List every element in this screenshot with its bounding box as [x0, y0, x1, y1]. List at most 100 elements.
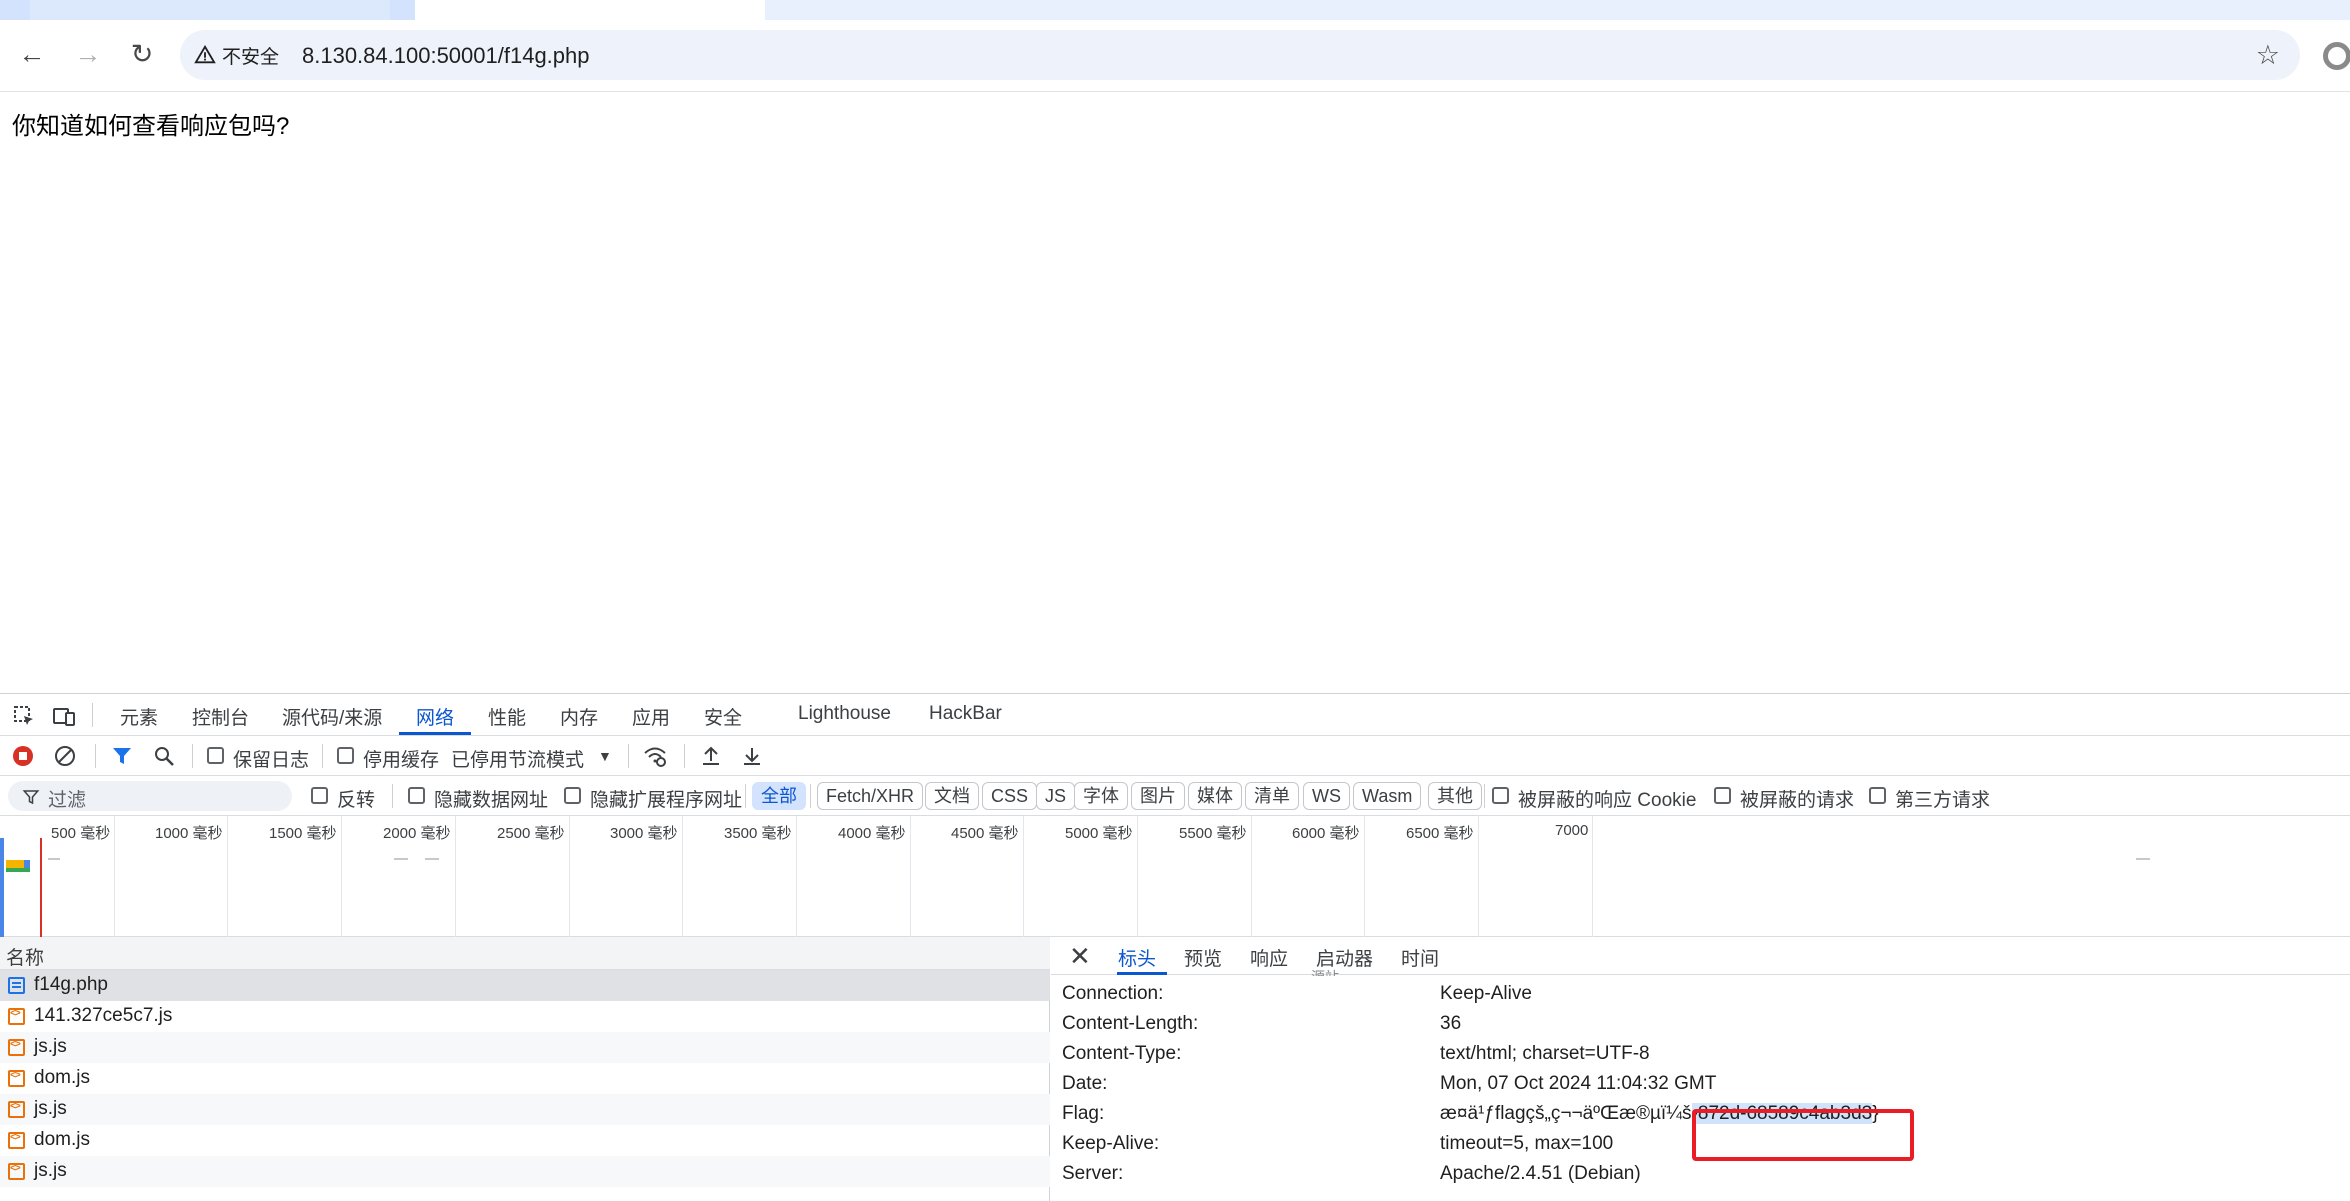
browser-tab[interactable] [765, 0, 2350, 20]
hide-extension-urls-label: 隐藏扩展程序网址 [590, 790, 743, 811]
detail-tab-preview[interactable]: 预览 [1184, 944, 1222, 971]
filter-type-font[interactable]: 字体 [1074, 782, 1128, 810]
network-toolbar: 保留日志 停用缓存 已停用节流模式 ▼ [0, 736, 2350, 776]
security-indicator[interactable]: 不安全 [194, 39, 279, 71]
blocked-cookies-checkbox[interactable] [1492, 787, 1509, 804]
waterfall-bar [6, 868, 30, 872]
chevron-down-icon[interactable]: ▼ [598, 748, 612, 764]
address-bar[interactable]: 不安全 8.130.84.100:50001/f14g.php ☆ [180, 30, 2300, 80]
filter-type-manifest[interactable]: 清单 [1245, 782, 1299, 810]
filter-type-media[interactable]: 媒体 [1188, 782, 1242, 810]
active-tab-indicator [399, 732, 471, 735]
search-icon[interactable] [152, 744, 176, 768]
request-row[interactable]: dom.js [0, 1125, 1050, 1156]
request-row[interactable]: dom.js [0, 1063, 1050, 1094]
close-icon[interactable]: ✕ [1069, 941, 1091, 972]
devtools-tab-security[interactable]: 安全 [704, 703, 742, 730]
filter-type-js[interactable]: JS [1036, 782, 1076, 810]
clear-icon[interactable] [53, 744, 77, 768]
disable-cache-checkbox[interactable] [337, 747, 354, 764]
waterfall-bar [24, 860, 30, 868]
waterfall-bar [425, 858, 439, 860]
page-body-text: 你知道如何查看响应包吗? [12, 113, 290, 140]
browser-tabstrip [0, 0, 2350, 20]
request-name: js.js [34, 1036, 67, 1057]
request-name: js.js [34, 1160, 67, 1181]
request-name: dom.js [34, 1067, 90, 1088]
network-overview-timeline[interactable]: 500 毫秒 1000 毫秒 1500 毫秒 2000 毫秒 2500 毫秒 3000 毫… [0, 816, 2350, 937]
devtools-tab-lighthouse[interactable]: Lighthouse [798, 703, 891, 725]
request-row[interactable]: 141.327ce5c7.js [0, 1001, 1050, 1032]
timeline-tick-label: 3000 毫秒 [610, 825, 678, 842]
request-row[interactable]: f14g.php [0, 970, 1050, 1001]
record-stop-icon[interactable] [11, 744, 35, 768]
response-header-row: Date: Mon, 07 Oct 2024 11:04:32 GMT [1051, 1070, 2350, 1100]
device-toolbar-icon[interactable] [52, 704, 76, 728]
filter-type-fetch-xhr[interactable]: Fetch/XHR [817, 782, 924, 810]
filter-type-other[interactable]: 其他 [1428, 782, 1482, 810]
devtools-tab-elements[interactable]: 元素 [120, 703, 158, 730]
profile-icon[interactable] [2323, 42, 2350, 70]
request-row[interactable]: js.js [0, 1032, 1050, 1063]
header-value: 36 [1440, 1013, 1462, 1034]
bookmark-star-icon[interactable]: ☆ [2256, 40, 2280, 71]
forward-arrow-icon[interactable]: → [70, 36, 106, 72]
filter-type-ws[interactable]: WS [1303, 782, 1350, 810]
devtools-tab-performance[interactable]: 性能 [488, 703, 526, 730]
warning-icon [194, 44, 216, 64]
detail-tab-response[interactable]: 响应 [1250, 944, 1288, 971]
filter-type-doc[interactable]: 文档 [925, 782, 979, 810]
response-header-row: Content-Type: text/html; charset=UTF-8 [1051, 1040, 2350, 1070]
timeline-gridline [1251, 816, 1252, 937]
devtools-tab-application[interactable]: 应用 [632, 703, 670, 730]
browser-tab-active[interactable] [415, 0, 765, 20]
timeline-gridline [227, 816, 228, 937]
devtools-tab-sources[interactable]: 源代码/来源 [282, 703, 382, 730]
divider [392, 784, 393, 808]
timeline-gridline [1137, 816, 1138, 937]
back-arrow-icon[interactable]: ← [14, 36, 50, 72]
filter-type-css[interactable]: CSS [982, 782, 1038, 810]
blocked-requests-checkbox[interactable] [1714, 787, 1731, 804]
reload-icon[interactable]: ↻ [124, 36, 160, 72]
devtools-tab-hackbar[interactable]: HackBar [929, 703, 1002, 725]
divider [192, 744, 193, 768]
devtools-tab-network[interactable]: 网络 [416, 703, 454, 730]
detail-tab-timing[interactable]: 时间 [1401, 944, 1439, 971]
export-har-icon[interactable] [740, 744, 764, 768]
network-conditions-icon[interactable] [643, 744, 667, 768]
request-detail-panel: ✕ 标头 预览 响应 启动器 时间 源站 Connection: Keep-Al… [1051, 937, 2350, 1201]
filter-type-img[interactable]: 图片 [1131, 782, 1185, 810]
header-value: text/html; charset=UTF-8 [1440, 1043, 1650, 1064]
url-text[interactable]: 8.130.84.100:50001/f14g.php [302, 43, 590, 69]
devtools-tab-memory[interactable]: 内存 [560, 703, 598, 730]
third-party-checkbox[interactable] [1869, 787, 1886, 804]
import-har-icon[interactable] [699, 744, 723, 768]
hide-extension-urls-checkbox[interactable] [564, 787, 581, 804]
header-value: Mon, 07 Oct 2024 11:04:32 GMT [1440, 1073, 1717, 1094]
preserve-log-checkbox[interactable] [207, 747, 224, 764]
devtools-tab-console[interactable]: 控制台 [192, 703, 249, 730]
filter-funnel-icon[interactable] [110, 744, 134, 768]
detail-tab-headers[interactable]: 标头 [1118, 944, 1156, 971]
script-icon [8, 1101, 25, 1118]
request-row[interactable]: js.js [0, 1094, 1050, 1125]
request-name: js.js [34, 1098, 67, 1119]
timeline-tick-label: 2500 毫秒 [497, 825, 565, 842]
timeline-gridline [1592, 816, 1593, 937]
invert-checkbox[interactable] [311, 787, 328, 804]
document-icon [8, 977, 25, 994]
hide-data-urls-checkbox[interactable] [408, 787, 425, 804]
filter-type-all[interactable]: 全部 [752, 782, 806, 810]
request-list-header[interactable]: 名称 [0, 937, 1050, 970]
divider [95, 744, 96, 768]
timeline-selection-handle[interactable] [0, 838, 4, 937]
request-row[interactable]: js.js [0, 1156, 1050, 1187]
response-header-row: Server: Apache/2.4.51 (Debian) [1051, 1160, 2350, 1190]
timeline-tick-label: 4500 毫秒 [951, 825, 1019, 842]
filter-type-wasm[interactable]: Wasm [1353, 782, 1422, 810]
filter-input[interactable]: 过滤 [8, 781, 292, 811]
browser-tab[interactable] [30, 0, 390, 20]
throttling-select[interactable]: 已停用节流模式 [451, 745, 584, 772]
inspect-element-icon[interactable] [12, 704, 36, 728]
